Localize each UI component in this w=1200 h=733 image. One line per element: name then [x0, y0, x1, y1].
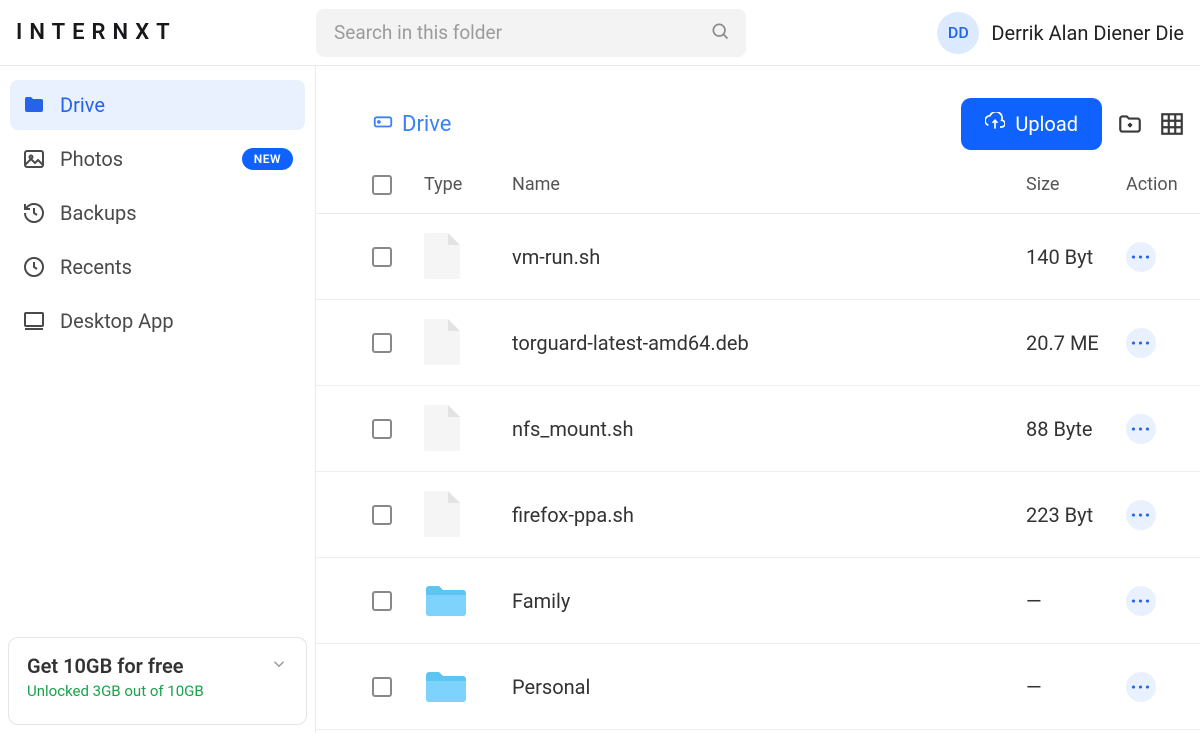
row-checkbox[interactable]: [372, 419, 392, 439]
row-checkbox[interactable]: [372, 591, 392, 611]
promo-title: Get 10GB for free: [27, 654, 183, 678]
new-badge: NEW: [242, 148, 293, 170]
row-size: 223 Byt: [1026, 503, 1126, 527]
row-checkbox[interactable]: [372, 247, 392, 267]
table-row[interactable]: nfs_mount.sh 88 Byte ···: [316, 386, 1200, 472]
select-all[interactable]: [372, 175, 424, 195]
header-action: Action: [1126, 174, 1186, 195]
drive-icon: [372, 110, 394, 138]
row-name: Family: [512, 589, 1026, 613]
sidebar-item-label: Backups: [60, 201, 293, 225]
row-name: vm-run.sh: [512, 245, 1026, 269]
file-icon: [424, 405, 464, 453]
row-name: torguard-latest-amd64.deb: [512, 331, 1026, 355]
file-icon: [424, 233, 464, 281]
sidebar-item-backups[interactable]: Backups: [10, 188, 305, 238]
promo-card[interactable]: Get 10GB for free Unlocked 3GB out of 10…: [8, 637, 307, 725]
sidebar: Drive Photos NEW Backups Recents Desktop…: [0, 66, 316, 733]
row-size: 20.7 ME: [1026, 331, 1126, 355]
row-checkbox[interactable]: [372, 505, 392, 525]
row-actions-button[interactable]: ···: [1126, 242, 1156, 272]
clock-icon: [22, 255, 46, 279]
file-icon: [424, 319, 464, 367]
row-size: —: [1026, 589, 1126, 613]
desktop-icon: [22, 309, 46, 333]
user-area[interactable]: DD Derrik Alan Diener Die: [937, 12, 1184, 54]
header-type[interactable]: Type: [424, 174, 512, 195]
file-icon: [424, 491, 464, 539]
row-size: 140 Byt: [1026, 245, 1126, 269]
search-wrapper: [316, 9, 746, 57]
new-folder-button[interactable]: [1116, 110, 1144, 138]
grid-view-button[interactable]: [1158, 110, 1186, 138]
row-name: Personal: [512, 675, 1026, 699]
main: Drive Upload Type Name Size Action: [316, 66, 1200, 733]
username: Derrik Alan Diener Die: [991, 21, 1184, 45]
breadcrumb-label: Drive: [402, 112, 451, 137]
row-name: nfs_mount.sh: [512, 417, 1026, 441]
sidebar-item-drive[interactable]: Drive: [10, 80, 305, 130]
table-row[interactable]: Family — ···: [316, 558, 1200, 644]
header-name[interactable]: Name: [512, 174, 1026, 195]
table-row[interactable]: Personal — ···: [316, 644, 1200, 730]
table-row[interactable]: vm-run.sh 140 Byt ···: [316, 214, 1200, 300]
header: INTERNXT DD Derrik Alan Diener Die: [0, 0, 1200, 66]
row-size: 88 Byte: [1026, 417, 1126, 441]
chevron-down-icon: [270, 654, 288, 678]
table-row[interactable]: firefox-ppa.sh 223 Byt ···: [316, 472, 1200, 558]
row-checkbox[interactable]: [372, 677, 392, 697]
row-actions-button[interactable]: ···: [1126, 672, 1156, 702]
upload-icon: [985, 112, 1005, 137]
folder-icon: [424, 669, 468, 705]
search-icon: [710, 21, 730, 45]
sidebar-item-desktop-app[interactable]: Desktop App: [10, 296, 305, 346]
table-row[interactable]: torguard-latest-amd64.deb 20.7 ME ···: [316, 300, 1200, 386]
avatar: DD: [937, 12, 979, 54]
sidebar-item-label: Desktop App: [60, 309, 293, 333]
upload-button[interactable]: Upload: [961, 98, 1102, 150]
sidebar-item-label: Drive: [60, 93, 293, 117]
header-size[interactable]: Size: [1026, 174, 1126, 195]
row-actions-button[interactable]: ···: [1126, 328, 1156, 358]
table-header: Type Name Size Action: [316, 174, 1200, 214]
row-size: —: [1026, 675, 1126, 699]
sidebar-item-photos[interactable]: Photos NEW: [10, 134, 305, 184]
search-input[interactable]: [316, 9, 746, 57]
breadcrumb[interactable]: Drive: [372, 110, 451, 138]
row-actions-button[interactable]: ···: [1126, 586, 1156, 616]
history-icon: [22, 201, 46, 225]
sidebar-item-recents[interactable]: Recents: [10, 242, 305, 292]
promo-subtitle: Unlocked 3GB out of 10GB: [27, 682, 288, 700]
logo: INTERNXT: [16, 20, 316, 45]
row-actions-button[interactable]: ···: [1126, 414, 1156, 444]
row-name: firefox-ppa.sh: [512, 503, 1026, 527]
sidebar-item-label: Photos: [60, 147, 228, 171]
row-checkbox[interactable]: [372, 333, 392, 353]
sidebar-item-label: Recents: [60, 255, 293, 279]
folder-icon: [22, 93, 46, 117]
upload-label: Upload: [1015, 112, 1078, 136]
toolbar: Drive Upload: [316, 90, 1200, 174]
folder-icon: [424, 583, 468, 619]
row-actions-button[interactable]: ···: [1126, 500, 1156, 530]
image-icon: [22, 147, 46, 171]
